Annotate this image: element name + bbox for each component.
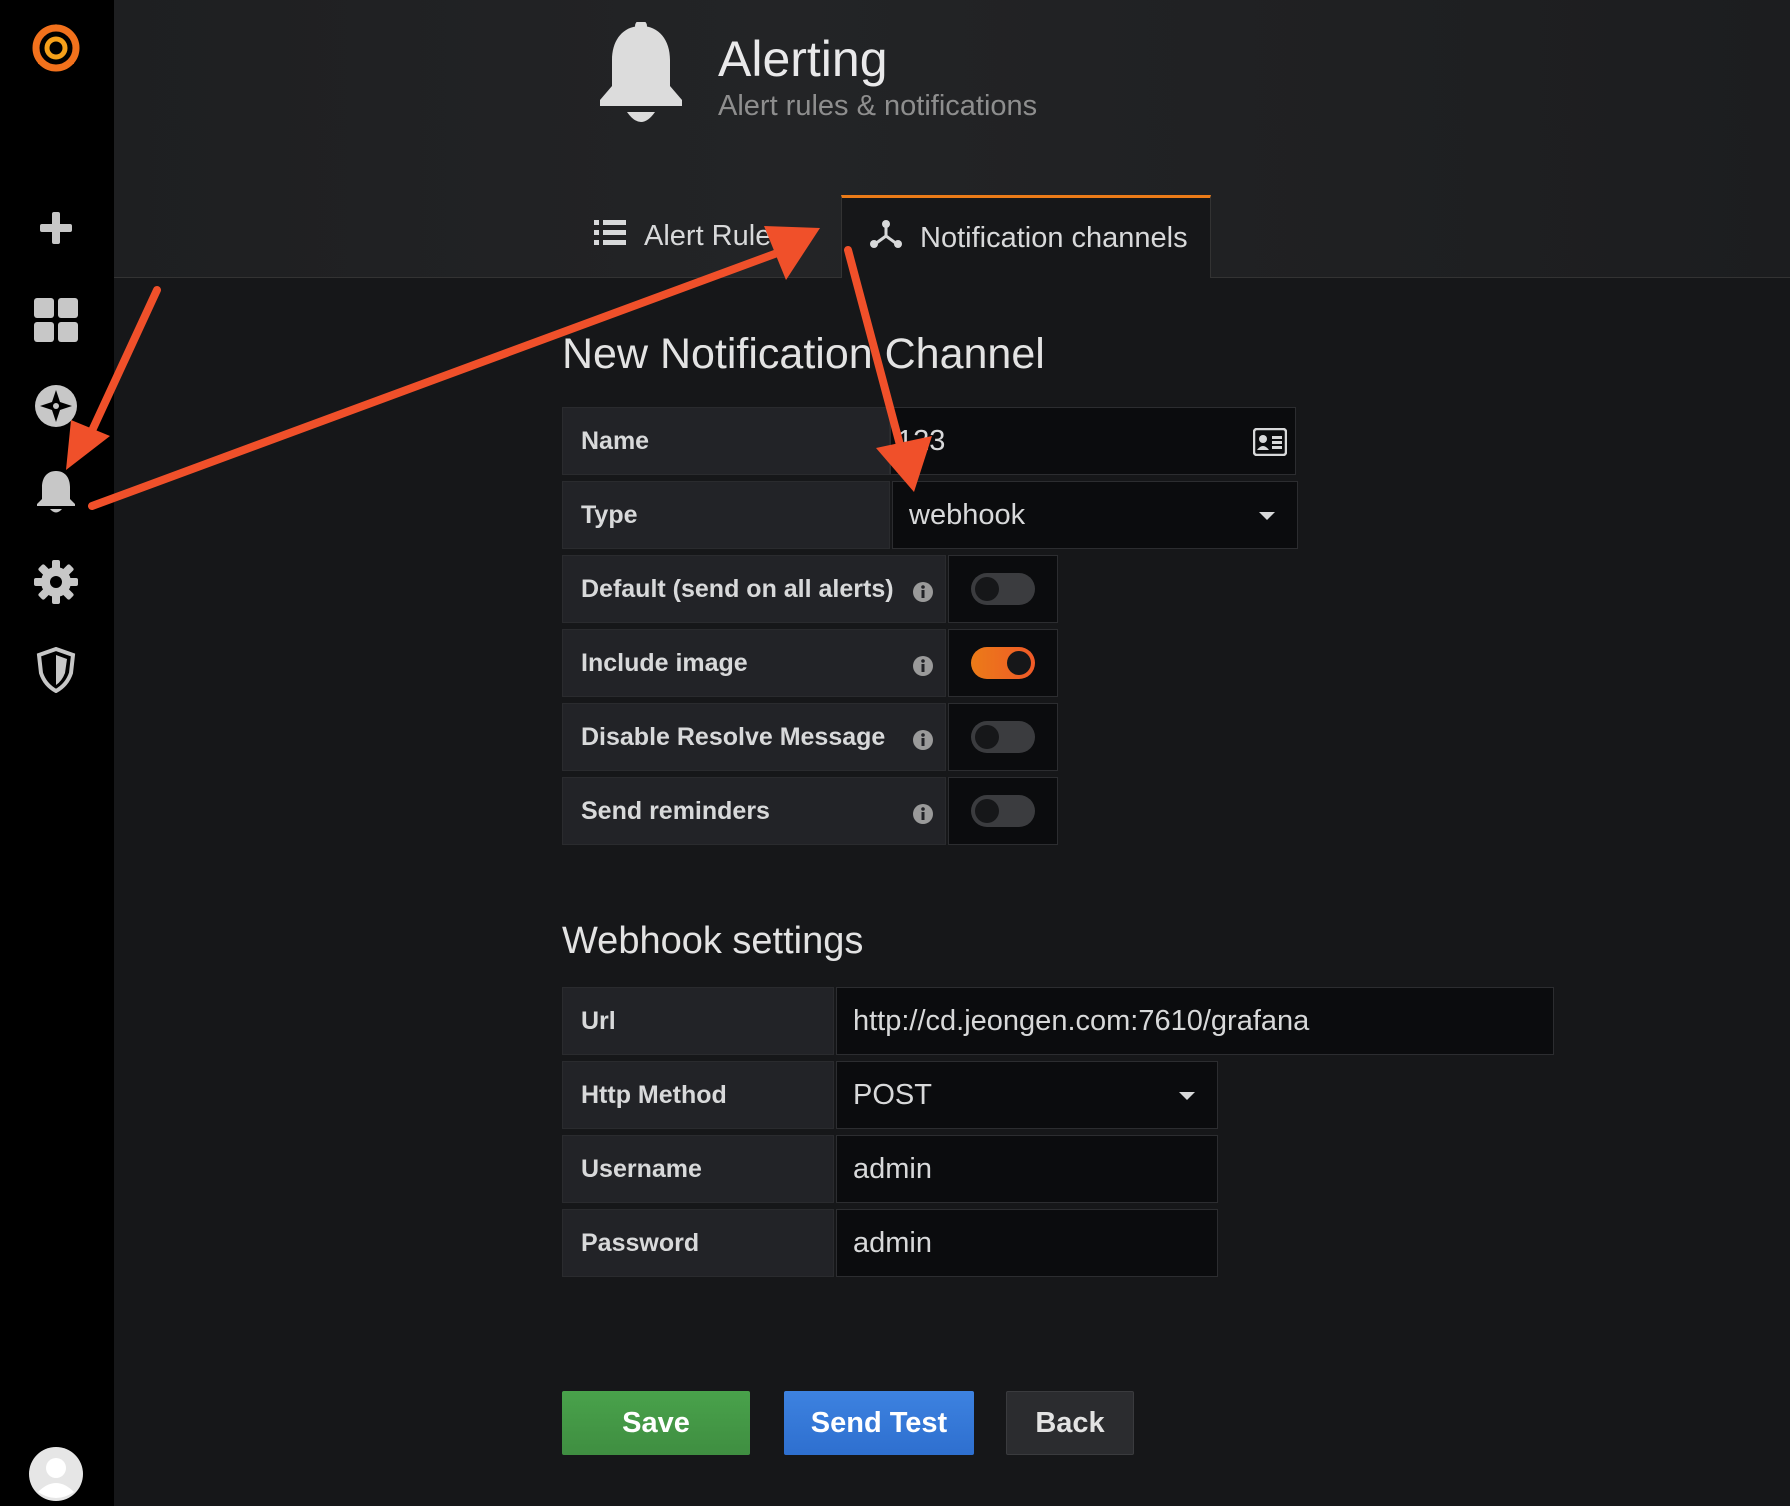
info-icon[interactable]	[913, 802, 933, 831]
username-label: Username	[562, 1135, 834, 1203]
back-button[interactable]: Back	[1006, 1391, 1134, 1455]
url-label: Url	[562, 987, 834, 1055]
toggle-row-include-image: Include image	[562, 629, 1058, 697]
type-label: Type	[562, 481, 890, 549]
type-row: Type webhook	[562, 481, 1298, 549]
send-reminders-toggle[interactable]	[948, 777, 1058, 845]
url-row: Url http://cd.jeongen.com:7610/grafana	[562, 987, 1554, 1055]
section-title: New Notification Channel	[562, 330, 1045, 378]
share-nodes-icon	[870, 219, 920, 257]
default-toggle[interactable]	[948, 555, 1058, 623]
toggle-label: Send reminders	[581, 796, 770, 825]
chevron-down-icon	[1259, 512, 1275, 520]
password-input[interactable]: admin	[836, 1209, 1218, 1277]
chevron-down-icon	[1179, 1092, 1195, 1100]
toggle-label: Default (send on all alerts)	[581, 574, 894, 603]
dashboards-icon[interactable]	[28, 292, 84, 348]
tab-notification-channels[interactable]: Notification channels	[841, 195, 1211, 278]
tab-alert-rules[interactable]: Alert Rules	[594, 196, 838, 277]
type-select[interactable]: webhook	[892, 481, 1298, 549]
type-value: webhook	[909, 498, 1026, 531]
name-label: Name	[562, 407, 890, 475]
password-row: Password admin	[562, 1209, 1218, 1277]
page-header: Alerting Alert rules & notifications Ale…	[114, 0, 1790, 278]
tab-label: Notification channels	[920, 221, 1188, 254]
toggle-row-disable-resolve: Disable Resolve Message	[562, 703, 1058, 771]
page-title: Alerting	[718, 31, 888, 87]
http-method-row: Http Method POST	[562, 1061, 1218, 1129]
save-button[interactable]: Save	[562, 1391, 750, 1455]
http-method-select[interactable]: POST	[836, 1061, 1218, 1129]
page-subtitle: Alert rules & notifications	[718, 90, 1038, 122]
send-test-button[interactable]: Send Test	[784, 1391, 974, 1455]
http-method-label: Http Method	[562, 1061, 834, 1129]
toggle-row-default: Default (send on all alerts)	[562, 555, 1058, 623]
http-method-value: POST	[853, 1078, 932, 1111]
plus-icon[interactable]	[28, 200, 84, 256]
shield-icon[interactable]	[28, 642, 84, 698]
info-icon[interactable]	[913, 728, 933, 757]
webhook-section-title: Webhook settings	[562, 920, 864, 962]
list-icon	[594, 219, 644, 254]
toggle-label: Include image	[581, 648, 748, 677]
name-input[interactable]: 123	[890, 407, 1296, 475]
info-icon[interactable]	[913, 654, 933, 683]
toggle-switch[interactable]	[971, 721, 1035, 753]
url-input[interactable]: http://cd.jeongen.com:7610/grafana	[836, 987, 1554, 1055]
grafana-logo-icon[interactable]	[28, 20, 84, 76]
name-row: Name 123	[562, 407, 1296, 475]
id-card-icon	[1252, 427, 1288, 464]
explore-icon[interactable]	[28, 378, 84, 434]
username-row: Username admin	[562, 1135, 1218, 1203]
info-icon[interactable]	[913, 580, 933, 609]
tab-label: Alert Rules	[644, 220, 786, 252]
toggle-switch[interactable]	[971, 647, 1035, 679]
bell-icon[interactable]	[28, 464, 84, 520]
bell-icon	[596, 20, 686, 133]
gear-icon[interactable]	[28, 554, 84, 610]
include-image-toggle[interactable]	[948, 629, 1058, 697]
name-value: 123	[897, 424, 946, 457]
toggle-row-send-reminders: Send reminders	[562, 777, 1058, 845]
disable-resolve-toggle[interactable]	[948, 703, 1058, 771]
toggle-switch[interactable]	[971, 573, 1035, 605]
password-label: Password	[562, 1209, 834, 1277]
avatar[interactable]	[28, 1446, 84, 1502]
sidebar	[0, 0, 114, 1506]
username-input[interactable]: admin	[836, 1135, 1218, 1203]
toggle-switch[interactable]	[971, 795, 1035, 827]
toggle-label: Disable Resolve Message	[581, 722, 886, 751]
